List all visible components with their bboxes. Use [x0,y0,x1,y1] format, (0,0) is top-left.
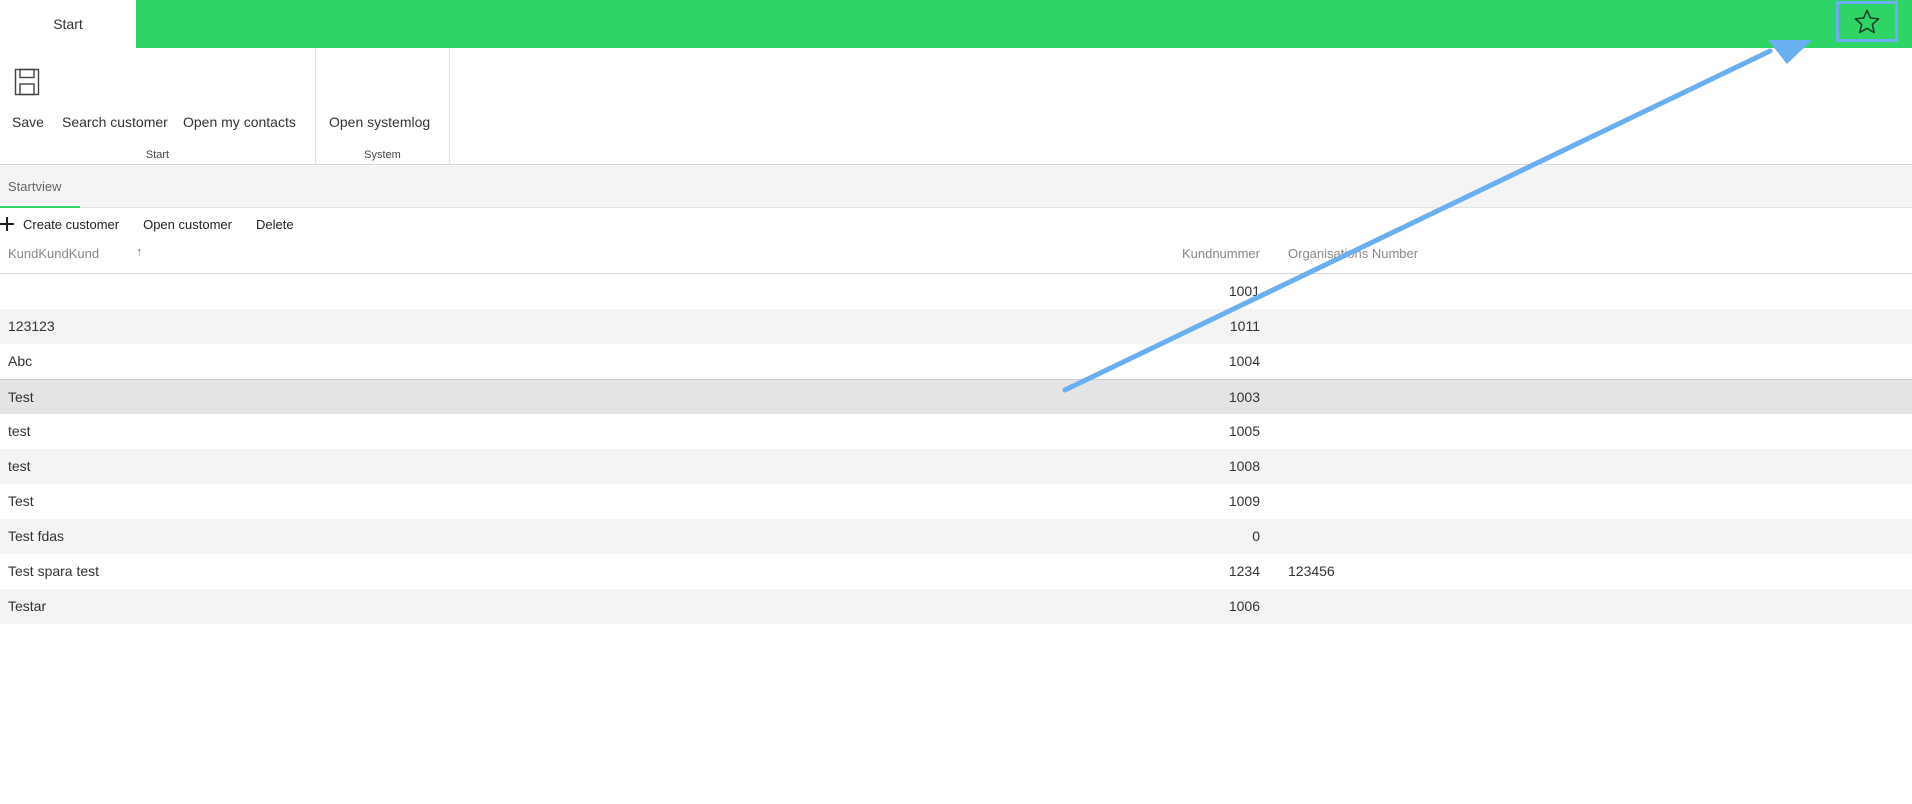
cell-customer-name: Test [8,389,34,405]
customer-table: KundKundKund ↑ Kundnummer Organisations … [0,240,1912,624]
cell-customer-name: Testar [8,598,47,614]
search-customer-button[interactable]: Search customer [62,114,168,130]
ribbon-group-label: Start [145,149,170,161]
table-row[interactable]: Test 1003 [0,379,1912,414]
table-row[interactable]: Testar 1006 [0,589,1912,624]
ribbon: Save Search customer Open my contacts St… [0,48,1912,165]
table-row[interactable]: Test spara test 1234 123456 [0,554,1912,589]
cell-customer-number: 1001 [1228,283,1260,299]
ribbon-group-start: Save Search customer Open my contacts St… [0,48,316,165]
table-row[interactable]: test 1005 [0,414,1912,449]
ribbon-group-label: System [364,149,401,161]
cell-organisation-number: 123456 [1288,563,1335,579]
cell-customer-number: 1008 [1228,458,1260,474]
grid-toolbar: Create customer Open customer Delete [0,212,318,236]
column-header-org[interactable]: Organisations Number [1288,246,1418,261]
cell-customer-number: 1005 [1228,423,1260,439]
favorite-button[interactable] [1836,1,1898,42]
cell-customer-number: 1006 [1228,598,1260,614]
table-header: KundKundKund ↑ Kundnummer Organisations … [0,240,1912,274]
open-my-contacts-button[interactable]: Open my contacts [183,114,296,130]
cell-customer-name: test [8,423,31,439]
table-row[interactable]: test 1008 [0,449,1912,484]
top-bar: Start [0,0,1912,48]
column-header-number[interactable]: Kundnummer [1182,246,1260,261]
table-row[interactable]: Test fdas 0 [0,519,1912,554]
cell-customer-name: 123123 [8,318,55,334]
table-row[interactable]: Abc 1004 [0,344,1912,379]
cell-customer-number: 1011 [1229,318,1260,334]
cell-customer-number: 1009 [1228,493,1260,509]
cell-customer-name: Test fdas [8,528,65,544]
cell-customer-number: 1234 [1228,563,1260,579]
star-icon [1854,9,1880,33]
tab-start[interactable]: Start [0,0,136,48]
ribbon-group-system: Open systemlog System [316,48,450,165]
tab-startview[interactable]: Startview [0,166,80,208]
open-systemlog-button[interactable]: Open systemlog [329,114,430,130]
cell-customer-number: 0 [1252,528,1260,544]
save-icon[interactable] [14,68,40,96]
cell-customer-name: Test [8,493,34,509]
create-customer-label: Create customer [23,216,120,232]
table-row[interactable]: Test 1009 [0,484,1912,519]
save-button[interactable]: Save [12,114,44,130]
table-row[interactable]: 1001 [0,274,1912,309]
column-header-name[interactable]: KundKundKund [8,246,99,261]
cell-customer-name: test [8,458,31,474]
delete-button[interactable]: Delete [256,217,294,232]
open-customer-button[interactable]: Open customer [143,217,232,232]
view-tab-strip: Startview [0,166,1912,208]
sort-ascending-icon[interactable]: ↑ [136,244,143,259]
cell-customer-number: 1004 [1228,353,1260,369]
table-row[interactable]: 123123 1011 [0,309,1912,344]
plus-icon [0,217,14,231]
cell-customer-number: 1003 [1228,389,1260,405]
create-customer-button[interactable]: Create customer [0,217,119,232]
cell-customer-name: Test spara test [8,563,100,579]
cell-customer-name: Abc [8,353,33,369]
table-body: 1001 123123 1011 Abc 1004 Test 1003 test 1005 tes… [0,274,1912,624]
